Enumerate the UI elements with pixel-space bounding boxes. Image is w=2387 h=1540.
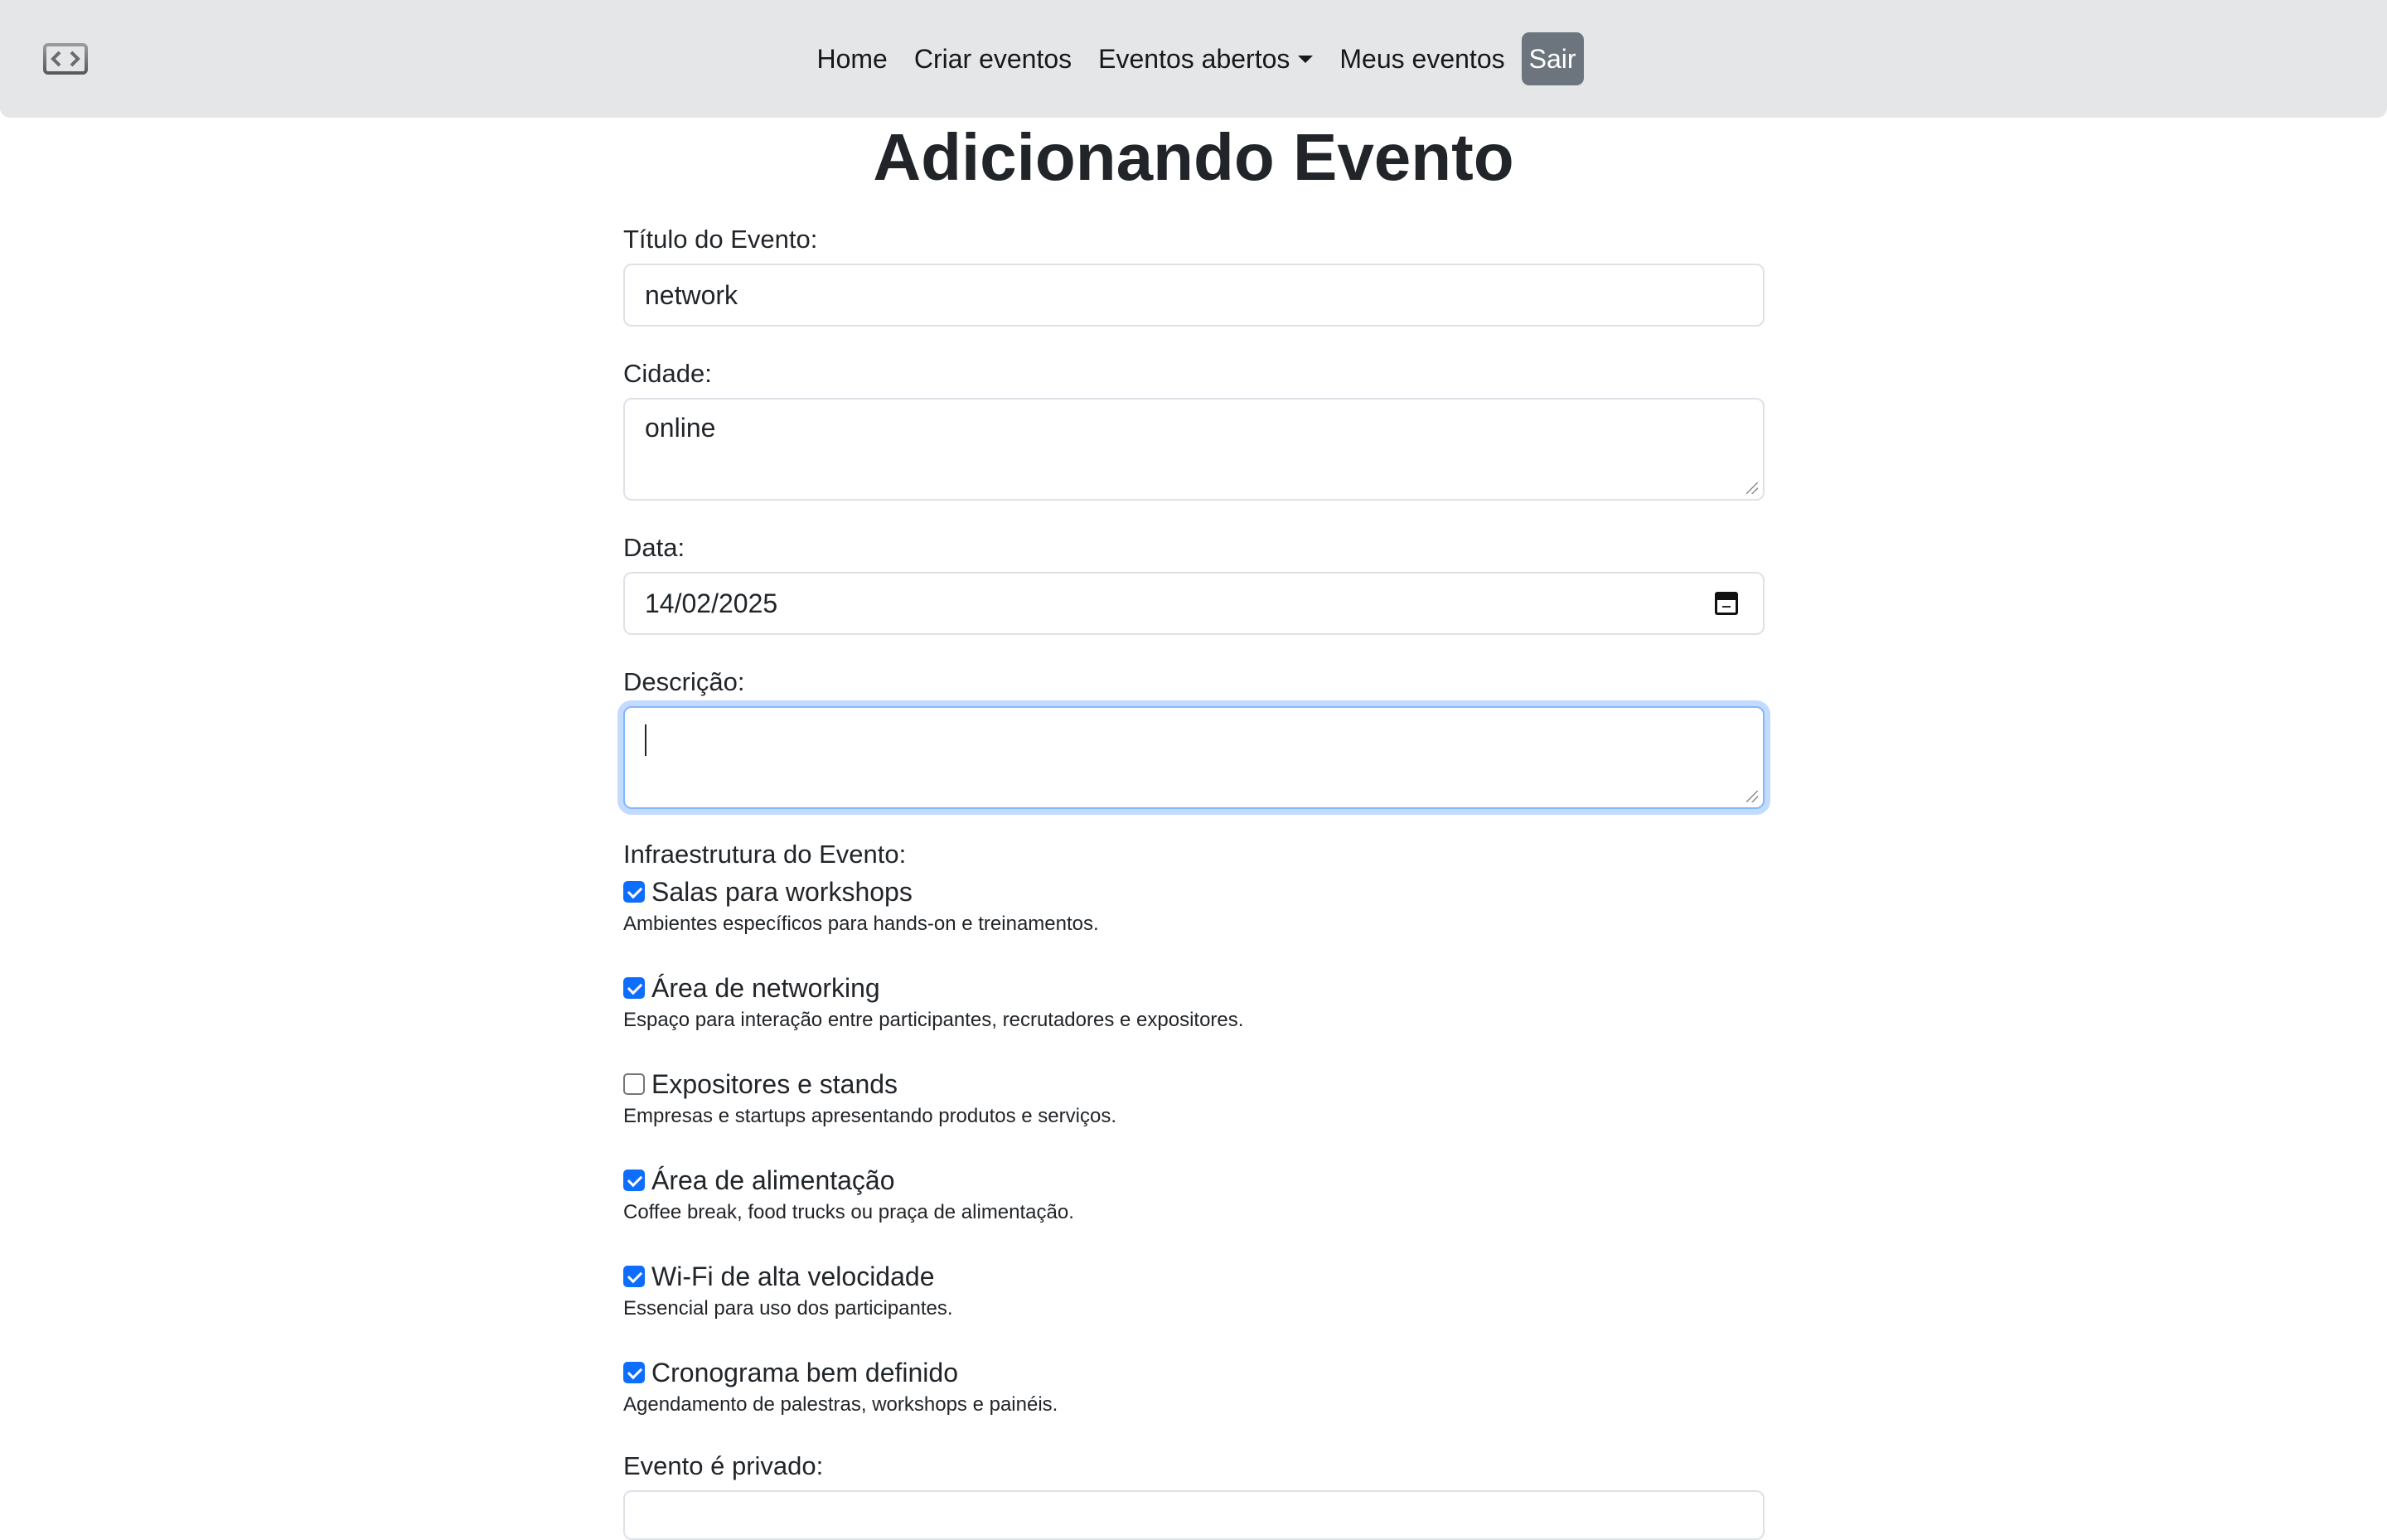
infra-checkbox-label[interactable]: Área de networking (651, 973, 880, 1004)
logout-button[interactable]: Sair (1521, 32, 1584, 85)
infra-checkbox-label[interactable]: Wi-Fi de alta velocidade (651, 1262, 934, 1292)
infra-checkbox-list: Salas para workshops Ambientes específic… (623, 875, 1765, 1419)
text-cursor (645, 724, 646, 756)
infra-item-description: Empresas e startups apresentando produto… (623, 1105, 1116, 1127)
caret-down-icon (1298, 55, 1314, 63)
date-label: Data: (623, 533, 685, 562)
infra-checkbox[interactable] (623, 1170, 645, 1191)
title-label: Título do Evento: (623, 225, 818, 254)
page-title: Adicionando Evento (873, 120, 1514, 194)
resize-grip-icon[interactable] (1746, 482, 1758, 494)
infra-item-description: Ambientes específicos para hands-on e tr… (623, 913, 1099, 935)
infra-item: Salas para workshops Ambientes específic… (623, 875, 1765, 938)
city-textarea[interactable]: online (623, 398, 1765, 501)
date-input[interactable]: 14/02/2025 (623, 572, 1765, 635)
infra-item-description: Agendamento de palestras, workshops e pa… (623, 1393, 1058, 1416)
infra-item: Área de networking Espaço para interação… (623, 971, 1765, 1034)
infra-item-description: Espaço para interação entre participante… (623, 1009, 1244, 1031)
infra-checkbox[interactable] (623, 1266, 645, 1287)
nav-link-home[interactable]: Home (803, 31, 900, 86)
infra-checkbox-label[interactable]: Salas para workshops (651, 877, 913, 908)
city-value: online (645, 413, 716, 443)
private-label: Evento é privado: (623, 1451, 824, 1480)
nav-link-meus-eventos[interactable]: Meus eventos (1326, 31, 1518, 86)
infra-item: Área de alimentação Coffee break, food t… (623, 1164, 1765, 1227)
infra-item-description: Coffee break, food trucks ou praça de al… (623, 1201, 1074, 1223)
infra-checkbox-label[interactable]: Expositores e stands (651, 1069, 898, 1100)
private-select[interactable] (623, 1490, 1765, 1540)
infra-item: Expositores e stands Empresas e startups… (623, 1068, 1765, 1131)
date-value: 14/02/2025 (645, 588, 778, 618)
add-event-form: Título do Evento: network Cidade: online… (623, 224, 1765, 1540)
nav-dropdown-label: Eventos abertos (1098, 44, 1290, 74)
infra-checkbox[interactable] (623, 1073, 645, 1095)
title-input[interactable]: network (623, 264, 1765, 327)
nav-dropdown-eventos-abertos[interactable]: Eventos abertos (1085, 31, 1326, 86)
infra-checkbox[interactable] (623, 977, 645, 999)
description-label: Descrição: (623, 667, 745, 696)
nav-links: Home Criar eventos Eventos abertos Meus … (0, 31, 2387, 86)
infra-checkbox-label[interactable]: Cronograma bem definido (651, 1358, 958, 1388)
nav-link-criar-eventos[interactable]: Criar eventos (901, 31, 1085, 86)
infra-label: Infraestrutura do Evento: (623, 840, 907, 869)
infra-item-description: Essencial para uso dos participantes. (623, 1297, 953, 1320)
infra-item: Cronograma bem definido Agendamento de p… (623, 1356, 1765, 1419)
description-textarea[interactable] (623, 706, 1765, 809)
infra-checkbox-label[interactable]: Área de alimentação (651, 1165, 895, 1196)
infra-checkbox[interactable] (623, 881, 645, 903)
infra-item: Wi-Fi de alta velocidade Essencial para … (623, 1260, 1765, 1323)
resize-grip-icon[interactable] (1746, 791, 1758, 802)
top-navbar: Home Criar eventos Eventos abertos Meus … (0, 0, 2387, 118)
city-label: Cidade: (623, 359, 712, 388)
calendar-icon[interactable] (1715, 592, 1738, 615)
infra-checkbox[interactable] (623, 1362, 645, 1383)
